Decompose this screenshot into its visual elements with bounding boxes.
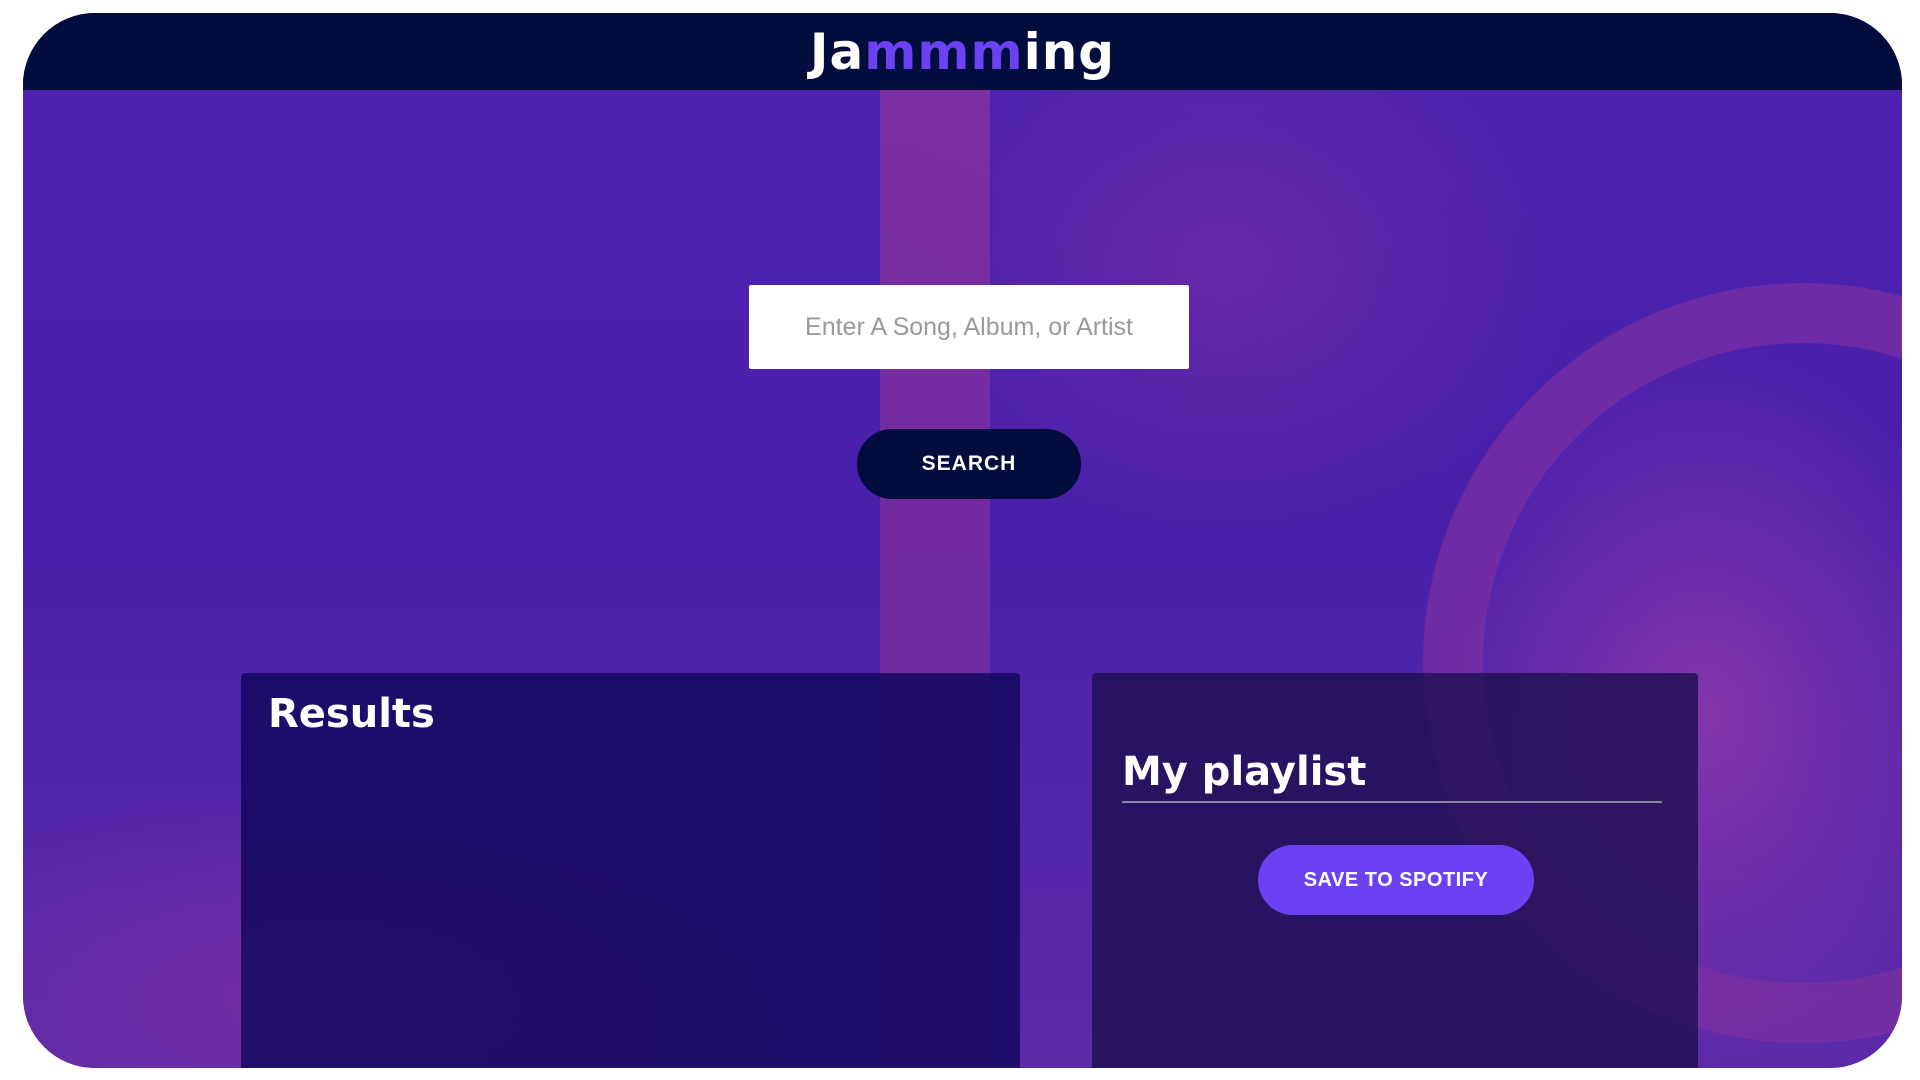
logo-text-start: Ja	[809, 22, 865, 81]
results-panel: Results	[241, 673, 1020, 1068]
results-title: Results	[268, 691, 435, 737]
logo-text-accent: mmm	[864, 22, 1024, 81]
save-to-spotify-button[interactable]: SAVE TO SPOTIFY	[1258, 845, 1534, 915]
app-logo: Jammming	[810, 23, 1115, 81]
search-button[interactable]: SEARCH	[857, 429, 1081, 499]
search-input[interactable]	[749, 285, 1189, 369]
playlist-panel: SAVE TO SPOTIFY	[1092, 673, 1698, 1068]
app-header: Jammming	[23, 13, 1902, 90]
logo-text-end: ing	[1023, 22, 1116, 81]
app-window: Jammming SEARCH Results SAVE TO SPOTIFY	[23, 13, 1902, 1068]
playlist-name-input[interactable]	[1122, 743, 1662, 803]
